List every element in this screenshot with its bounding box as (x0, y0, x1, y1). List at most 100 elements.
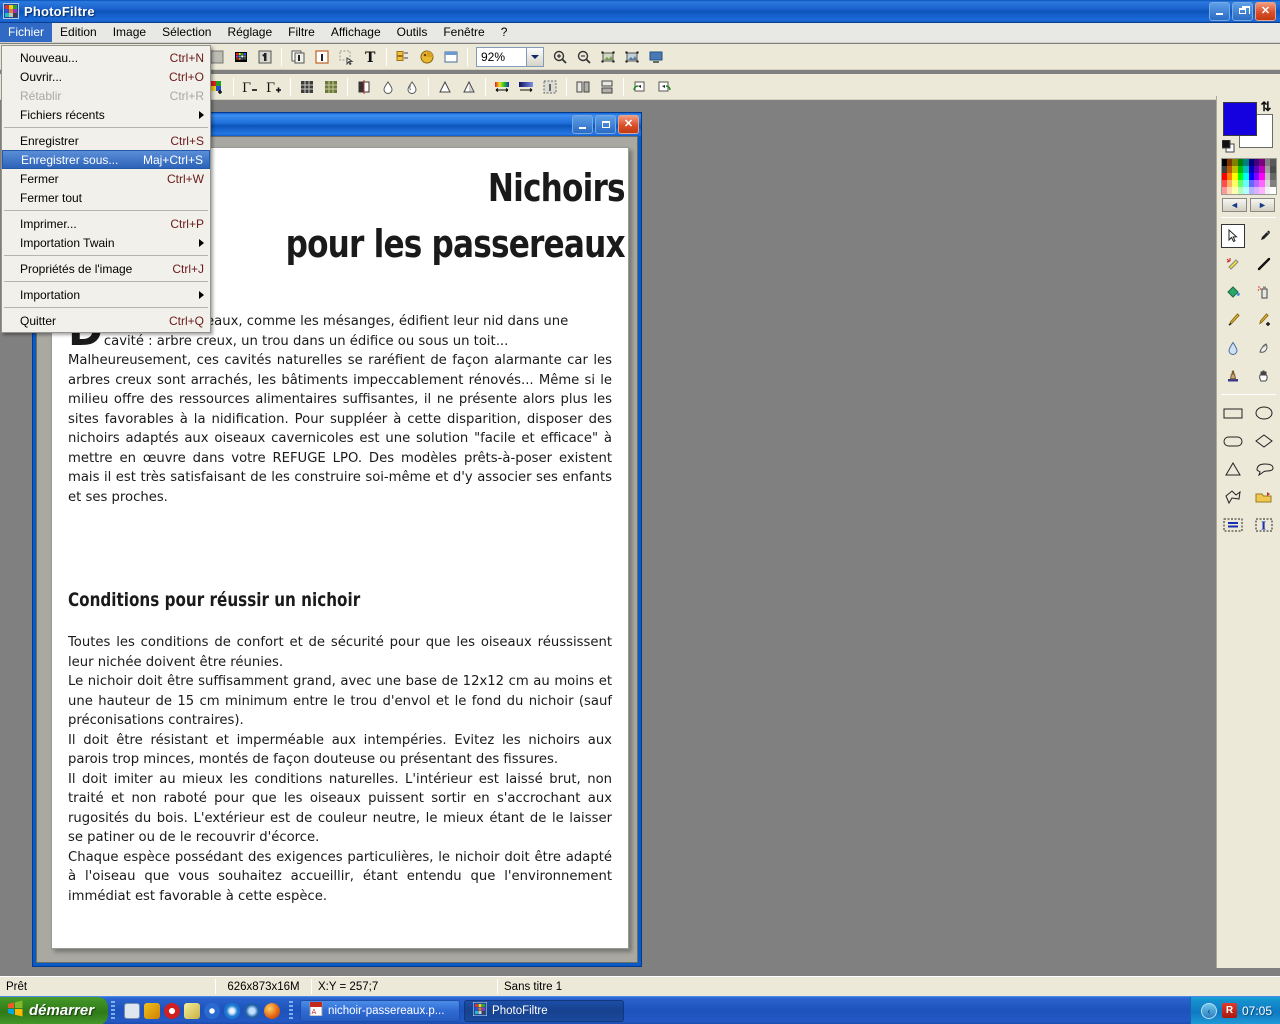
transparency-icon[interactable] (538, 75, 562, 98)
window-icon[interactable] (439, 45, 463, 68)
diamond-shape-icon[interactable] (1249, 427, 1280, 455)
menu-item-enregistrer-sous[interactable]: Enregistrer sous... Maj+Ctrl+S (2, 150, 210, 169)
menu-item-quitter[interactable]: Quitter Ctrl+Q (2, 311, 210, 330)
open-folder-icon[interactable] (1249, 483, 1280, 511)
taskbar-item-pdf[interactable]: A nichoir-passereaux.p... (300, 999, 461, 1022)
menu-item-enregistrer[interactable]: Enregistrer Ctrl+S (2, 131, 210, 150)
document-maximize-button[interactable] (595, 115, 616, 134)
spray-can-icon[interactable] (1249, 278, 1280, 306)
opera-icon[interactable] (164, 1002, 181, 1019)
menu-filtre[interactable]: Filtre (280, 23, 323, 42)
palette-swatch[interactable] (1270, 173, 1276, 180)
palette-next-button[interactable]: ► (1250, 198, 1275, 212)
water-drop-icon[interactable] (1217, 334, 1249, 362)
open-image-icon[interactable] (253, 45, 277, 68)
avira-icon[interactable]: R (1221, 1003, 1237, 1018)
zoom-out-icon[interactable] (572, 45, 596, 68)
palette-swatch[interactable] (1270, 159, 1276, 166)
taskbar-item-photofiltre[interactable]: PhotoFiltre (464, 999, 625, 1022)
paint-bucket-icon[interactable] (1217, 278, 1249, 306)
menu-item-propri-t-s-de-l-image[interactable]: Propriétés de l'image Ctrl+J (2, 259, 210, 278)
zoom-combobox[interactable]: 92% (476, 46, 544, 67)
file-dropdown-menu[interactable]: Nouveau... Ctrl+N Ouvrir... Ctrl+O Rétablir C… (1, 45, 211, 333)
gradient-icon[interactable] (490, 75, 514, 98)
ellipse-shape-icon[interactable] (1249, 399, 1280, 427)
color-palette[interactable] (1220, 158, 1277, 195)
media-player-icon[interactable] (204, 1002, 221, 1019)
menu-fenetre[interactable]: Fenêtre (435, 23, 492, 42)
color-selector[interactable]: ⇅ (1221, 100, 1277, 156)
triangle-shape-icon[interactable] (1217, 455, 1249, 483)
start-button[interactable]: démarrer (0, 996, 109, 1024)
grid-icon[interactable] (295, 75, 319, 98)
menu-affichage[interactable]: Affichage (323, 23, 389, 42)
selection-icon[interactable] (334, 45, 358, 68)
taskbar-grip-1[interactable] (111, 1000, 116, 1021)
menu-edition[interactable]: Edition (52, 23, 105, 42)
windows-media-icon[interactable] (144, 1002, 161, 1019)
document-close-button[interactable]: ✕ (618, 115, 639, 134)
menu-help[interactable]: ? (493, 23, 516, 42)
palette-prev-button[interactable]: ◄ (1222, 198, 1247, 212)
menu-item-nouveau[interactable]: Nouveau... Ctrl+N (2, 48, 210, 67)
foreground-color-swatch[interactable] (1222, 102, 1257, 136)
swap-colors-icon[interactable]: ⇅ (1261, 100, 1275, 114)
paste-image-icon[interactable] (310, 45, 334, 68)
blur-icon[interactable] (376, 75, 400, 98)
minimize-button[interactable] (1209, 1, 1230, 21)
horizontal-selection-icon[interactable] (1217, 511, 1249, 539)
smudge-icon[interactable] (1249, 334, 1280, 362)
paintbrush-icon[interactable] (1217, 306, 1249, 334)
menu-item-fichiers-r-cents[interactable]: Fichiers récents (2, 105, 210, 124)
menu-item-fermer-tout[interactable]: Fermer tout (2, 188, 210, 207)
sharpen-icon[interactable] (400, 75, 424, 98)
tray-clock[interactable]: 07:05 (1242, 1004, 1272, 1018)
darken-icon[interactable] (457, 75, 481, 98)
document-minimize-button[interactable] (572, 115, 593, 134)
magic-wand-icon[interactable] (1217, 250, 1249, 278)
gamma-minus-icon[interactable]: Γ (238, 75, 262, 98)
linear-gradient-icon[interactable] (514, 75, 538, 98)
rotate-left-icon[interactable] (628, 75, 652, 98)
menu-item-imprimer[interactable]: Imprimer... Ctrl+P (2, 214, 210, 233)
rotate-right-icon[interactable] (652, 75, 676, 98)
firefox-icon[interactable] (264, 1002, 281, 1019)
menu-item-ouvrir[interactable]: Ouvrir... Ctrl+O (2, 67, 210, 86)
palette-swatch[interactable] (1270, 187, 1276, 194)
menu-item-importation[interactable]: Importation (2, 285, 210, 304)
notes-icon[interactable] (184, 1002, 201, 1019)
taskbar-grip-2[interactable] (289, 1000, 294, 1021)
show-desktop-icon[interactable] (124, 1002, 141, 1019)
menu-reglage[interactable]: Réglage (219, 23, 280, 42)
restore-button[interactable] (1232, 1, 1253, 21)
rounded-rectangle-shape-icon[interactable] (1217, 427, 1249, 455)
texture-icon[interactable] (319, 75, 343, 98)
vertical-selection-icon[interactable]: I (1249, 511, 1280, 539)
palette-swatch[interactable] (1270, 180, 1276, 187)
zoom-in-icon[interactable] (548, 45, 572, 68)
lasso-shape-icon[interactable] (1249, 455, 1280, 483)
polygon-shape-icon[interactable] (1217, 483, 1249, 511)
chevron-down-icon[interactable] (526, 47, 543, 66)
eyedropper-icon[interactable] (1249, 222, 1280, 250)
palette-swatch[interactable] (1270, 166, 1276, 173)
flip-vertical-icon[interactable] (595, 75, 619, 98)
layers-icon[interactable] (391, 45, 415, 68)
default-colors-icon[interactable] (1221, 139, 1235, 153)
menu-fichier[interactable]: Fichier (0, 23, 53, 42)
line-tool-icon[interactable] (1249, 250, 1280, 278)
menu-outils[interactable]: Outils (389, 23, 436, 42)
copy-image-icon[interactable] (286, 45, 310, 68)
close-button[interactable]: ✕ (1255, 1, 1276, 21)
menu-image[interactable]: Image (105, 23, 154, 42)
hand-icon[interactable] (1249, 362, 1280, 390)
flip-horizontal-icon[interactable] (571, 75, 595, 98)
fit-page-icon[interactable] (620, 45, 644, 68)
gamma-plus-icon[interactable]: Γ (262, 75, 286, 98)
menu-item-importation-twain[interactable]: Importation Twain (2, 233, 210, 252)
text-tool-icon[interactable]: T (358, 45, 382, 68)
paintbrush-advanced-icon[interactable] (1249, 306, 1280, 334)
palette-icon[interactable] (229, 45, 253, 68)
color-wheel-icon[interactable] (415, 45, 439, 68)
contrast-icon[interactable] (352, 75, 376, 98)
